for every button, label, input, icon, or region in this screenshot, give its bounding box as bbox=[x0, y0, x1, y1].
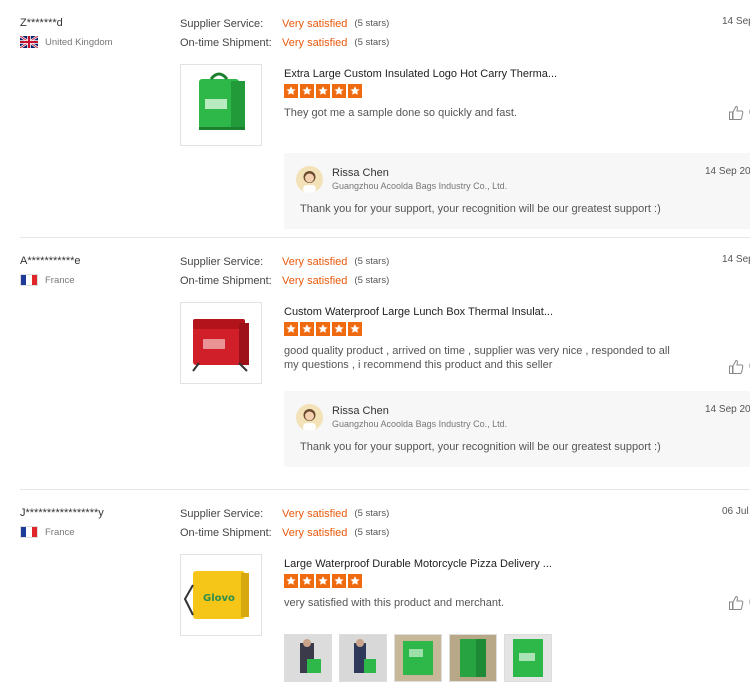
reviewer-name: J*****************y bbox=[20, 507, 104, 519]
rating-stars bbox=[284, 322, 362, 336]
star-icon bbox=[284, 84, 298, 98]
reviewer-info: Z*******d United Kingdom bbox=[20, 16, 170, 48]
star-icon bbox=[332, 322, 346, 336]
supplier-service-row: Supplier Service: Very satisfied (5 star… bbox=[180, 252, 389, 271]
star-icon bbox=[316, 322, 330, 336]
country-name: France bbox=[45, 274, 75, 286]
red-bag-image bbox=[192, 319, 249, 372]
country-name: France bbox=[45, 526, 75, 538]
supplier-service-label: Supplier Service: bbox=[180, 17, 264, 30]
review-photo[interactable] bbox=[284, 634, 332, 682]
reply-date: 14 Sep 202 bbox=[705, 404, 750, 415]
supplier-name: Rissa Chen bbox=[332, 405, 389, 417]
supplier-avatar bbox=[296, 166, 323, 193]
yellow-bag-image: Glovo bbox=[183, 571, 249, 619]
ontime-shipment-value: Very satisfied bbox=[282, 274, 348, 287]
star-icon bbox=[300, 574, 314, 588]
product-title[interactable]: Custom Waterproof Large Lunch Box Therma… bbox=[284, 306, 684, 318]
ontime-shipment-stars: (5 stars) bbox=[354, 37, 390, 48]
reviewer-name: A***********e bbox=[20, 255, 81, 267]
product-thumbnail[interactable]: Glovo bbox=[180, 554, 262, 636]
france-flag-icon bbox=[20, 274, 38, 286]
supplier-service-stars: (5 stars) bbox=[354, 508, 390, 519]
supplier-avatar bbox=[296, 404, 323, 431]
reply-date: 14 Sep 202 bbox=[705, 166, 750, 177]
review-date: 14 Sep bbox=[722, 254, 750, 265]
supplier-company: Guangzhou Acoolda Bags Industry Co., Ltd… bbox=[332, 419, 508, 429]
ontime-shipment-row: On-time Shipment: Very satisfied (5 star… bbox=[180, 271, 389, 290]
review-photo[interactable] bbox=[504, 634, 552, 682]
ontime-shipment-label: On-time Shipment: bbox=[180, 36, 272, 49]
green-bag-image bbox=[199, 72, 245, 130]
review-date: 06 Jul bbox=[722, 506, 749, 517]
supplier-service-stars: (5 stars) bbox=[354, 18, 390, 29]
supplier-service-label: Supplier Service: bbox=[180, 255, 264, 268]
supplier-company: Guangzhou Acoolda Bags Industry Co., Ltd… bbox=[332, 181, 508, 191]
supplier-reply: Rissa Chen Guangzhou Acoolda Bags Indust… bbox=[284, 153, 750, 229]
supplier-service-value: Very satisfied bbox=[282, 255, 348, 268]
ontime-shipment-value: Very satisfied bbox=[282, 526, 348, 539]
reviewer-info: A***********e France bbox=[20, 254, 170, 286]
star-icon bbox=[284, 574, 298, 588]
supplier-service-row: Supplier Service: Very satisfied (5 star… bbox=[180, 14, 389, 33]
rating-stars bbox=[284, 84, 362, 98]
ontime-shipment-label: On-time Shipment: bbox=[180, 526, 272, 539]
review-comment: They got me a sample done so quickly and… bbox=[284, 107, 517, 119]
supplier-service-label: Supplier Service: bbox=[180, 507, 264, 520]
star-icon bbox=[332, 84, 346, 98]
rating-stars bbox=[284, 574, 362, 588]
product-title[interactable]: Extra Large Custom Insulated Logo Hot Ca… bbox=[284, 68, 684, 80]
reviewer-country: France bbox=[20, 274, 170, 286]
thumbs-up-icon[interactable] bbox=[728, 595, 744, 611]
reviewer-country: France bbox=[20, 526, 170, 538]
review-date: 14 Sep bbox=[722, 16, 750, 27]
star-icon bbox=[316, 574, 330, 588]
product-title[interactable]: Large Waterproof Durable Motorcycle Pizz… bbox=[284, 558, 684, 570]
review-photo[interactable] bbox=[394, 634, 442, 682]
country-name: United Kingdom bbox=[45, 36, 113, 48]
ontime-shipment-label: On-time Shipment: bbox=[180, 274, 272, 287]
star-icon bbox=[332, 574, 346, 588]
ontime-shipment-row: On-time Shipment: Very satisfied (5 star… bbox=[180, 523, 389, 542]
service-ratings: Supplier Service: Very satisfied (5 star… bbox=[180, 252, 389, 290]
reply-text: Thank you for your support, your recogni… bbox=[300, 203, 661, 215]
star-icon bbox=[348, 574, 362, 588]
review-photos bbox=[284, 634, 552, 682]
supplier-service-value: Very satisfied bbox=[282, 17, 348, 30]
svg-text:Glovo: Glovo bbox=[203, 593, 235, 604]
supplier-service-stars: (5 stars) bbox=[354, 256, 390, 267]
ontime-shipment-stars: (5 stars) bbox=[354, 275, 390, 286]
service-ratings: Supplier Service: Very satisfied (5 star… bbox=[180, 14, 389, 52]
france-flag-icon bbox=[20, 526, 38, 538]
star-icon bbox=[316, 84, 330, 98]
supplier-name: Rissa Chen bbox=[332, 167, 389, 179]
review-photo[interactable] bbox=[339, 634, 387, 682]
review-photo[interactable] bbox=[449, 634, 497, 682]
review-comment: good quality product , arrived on time ,… bbox=[284, 345, 670, 371]
product-thumbnail[interactable] bbox=[180, 64, 262, 146]
service-ratings: Supplier Service: Very satisfied (5 star… bbox=[180, 504, 389, 542]
ontime-shipment-value: Very satisfied bbox=[282, 36, 348, 49]
star-icon bbox=[348, 84, 362, 98]
thumbs-up-icon[interactable] bbox=[728, 359, 744, 375]
reply-text: Thank you for your support, your recogni… bbox=[300, 441, 661, 453]
thumbs-up-icon[interactable] bbox=[728, 105, 744, 121]
reviewer-country: United Kingdom bbox=[20, 36, 170, 48]
reviewer-info: J*****************y France bbox=[20, 506, 170, 538]
star-icon bbox=[348, 322, 362, 336]
ontime-shipment-row: On-time Shipment: Very satisfied (5 star… bbox=[180, 33, 389, 52]
uk-flag-icon bbox=[20, 36, 38, 48]
reviewer-name: Z*******d bbox=[20, 17, 63, 29]
supplier-reply: Rissa Chen Guangzhou Acoolda Bags Indust… bbox=[284, 391, 750, 467]
star-icon bbox=[300, 84, 314, 98]
ontime-shipment-stars: (5 stars) bbox=[354, 527, 390, 538]
review-divider bbox=[20, 237, 750, 238]
review-divider bbox=[20, 489, 750, 490]
supplier-service-value: Very satisfied bbox=[282, 507, 348, 520]
review-comment: very satisfied with this product and mer… bbox=[284, 597, 505, 609]
product-thumbnail[interactable] bbox=[180, 302, 262, 384]
star-icon bbox=[284, 322, 298, 336]
supplier-service-row: Supplier Service: Very satisfied (5 star… bbox=[180, 504, 389, 523]
star-icon bbox=[300, 322, 314, 336]
